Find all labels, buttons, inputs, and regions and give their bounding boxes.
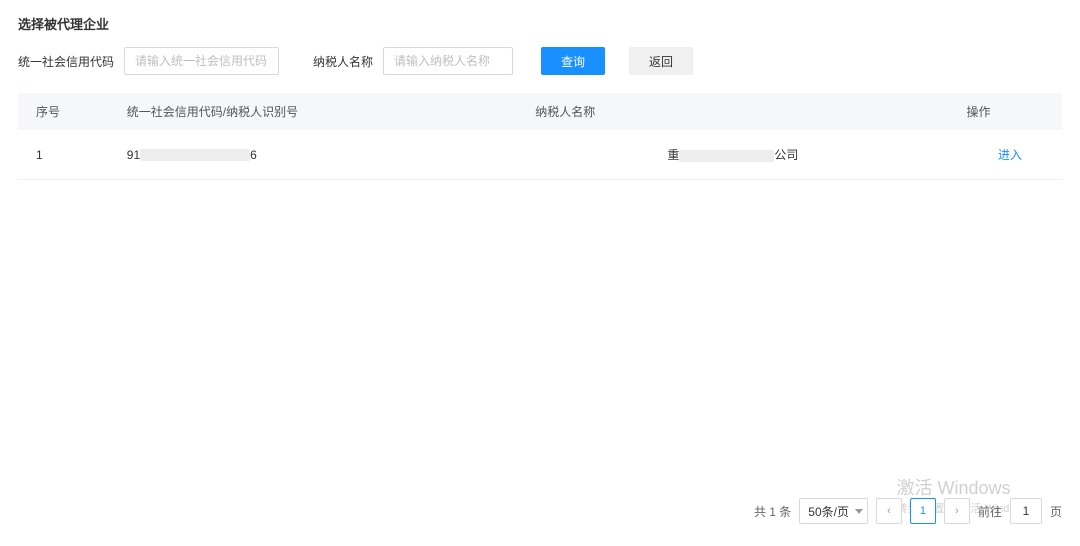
next-page-button[interactable]: › (944, 498, 970, 524)
credit-code-input[interactable] (124, 47, 279, 75)
page-size-label: 50条/页 (808, 503, 849, 520)
cell-name: 重xxxxxxxxxxxx公司 (517, 130, 948, 180)
credit-code-label: 统一社会信用代码 (18, 53, 114, 70)
enter-link[interactable]: 进入 (998, 148, 1022, 162)
back-button[interactable]: 返回 (629, 47, 693, 75)
total-count: 共 1 条 (754, 503, 791, 520)
query-button[interactable]: 查询 (541, 47, 605, 75)
filter-bar: 统一社会信用代码 纳税人名称 查询 返回 (18, 47, 1062, 75)
name-prefix: 重 (667, 148, 679, 162)
header-seq: 序号 (18, 93, 109, 130)
taxpayer-name-input[interactable] (383, 47, 513, 75)
code-suffix: 6 (250, 148, 257, 162)
name-suffix: 公司 (774, 148, 798, 162)
header-action: 操作 (949, 93, 1063, 130)
cell-code: 91xxxxxxxxxxxxxx6 (109, 130, 518, 180)
header-code: 统一社会信用代码/纳税人识别号 (109, 93, 518, 130)
header-name: 纳税人名称 (517, 93, 948, 130)
page-size-select[interactable]: 50条/页 (799, 498, 868, 524)
redacted-block: xxxxxxxxxxxxxx (140, 149, 250, 161)
goto-suffix: 页 (1050, 503, 1062, 520)
goto-label: 前往 (978, 503, 1002, 520)
enterprise-table: 序号 统一社会信用代码/纳税人识别号 纳税人名称 操作 1 91xxxxxxxx… (18, 93, 1062, 180)
redacted-block: xxxxxxxxxxxx (679, 150, 774, 162)
taxpayer-name-label: 纳税人名称 (313, 53, 373, 70)
code-prefix: 91 (127, 148, 140, 162)
page-title: 选择被代理企业 (18, 14, 1062, 33)
cell-action: 进入 (949, 130, 1063, 180)
chevron-down-icon (855, 509, 863, 514)
table-header-row: 序号 统一社会信用代码/纳税人识别号 纳税人名称 操作 (18, 93, 1062, 130)
prev-page-button[interactable]: ‹ (876, 498, 902, 524)
table-row: 1 91xxxxxxxxxxxxxx6 重xxxxxxxxxxxx公司 进入 (18, 130, 1062, 180)
goto-page-input[interactable] (1010, 498, 1042, 524)
pagination-bar: 共 1 条 50条/页 ‹ 1 › 前往 页 (754, 498, 1062, 524)
cell-seq: 1 (18, 130, 109, 180)
page-number-button[interactable]: 1 (910, 498, 936, 524)
